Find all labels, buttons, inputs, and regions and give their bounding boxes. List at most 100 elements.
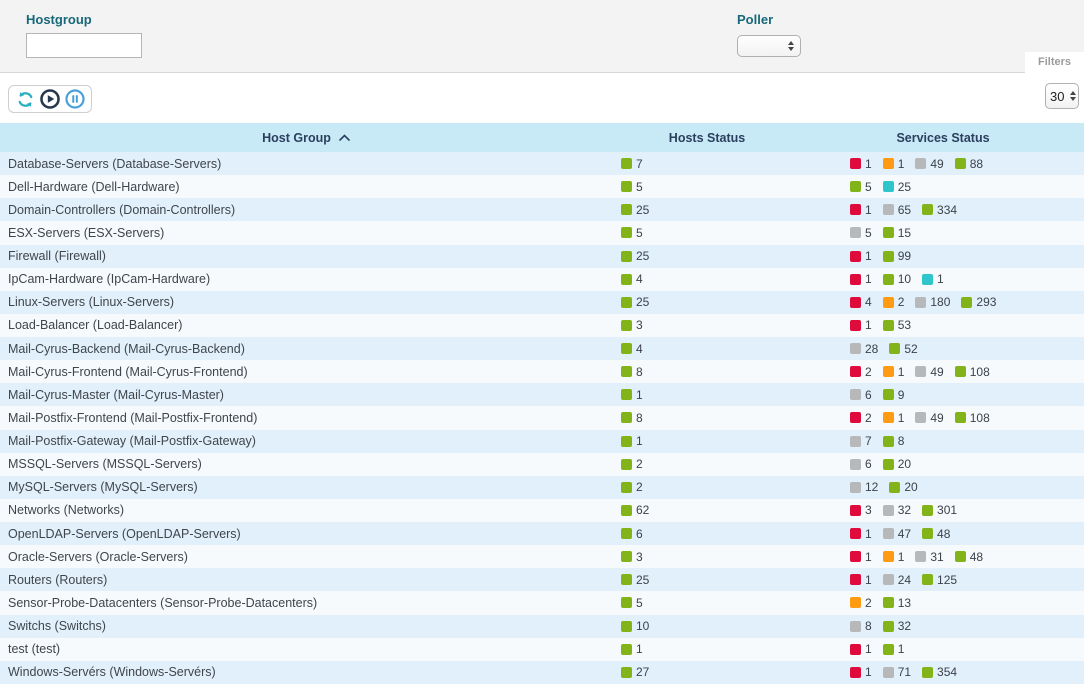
gray-status-square-icon: [915, 366, 926, 377]
table-row: Dell-Hardware (Dell-Hardware)5525: [0, 175, 1084, 198]
hostgroup-input[interactable]: [26, 33, 142, 58]
hostgroup-name-link[interactable]: MSSQL-Servers (MSSQL-Servers): [0, 453, 612, 476]
orange-status-square-icon: [883, 551, 894, 562]
orange-status-square-icon: [850, 597, 861, 608]
status-count: 2: [865, 411, 872, 425]
hosts-status-cell: 27: [612, 661, 802, 684]
status-count: 99: [898, 249, 911, 263]
hostgroup-name-link[interactable]: Networks (Networks): [0, 499, 612, 522]
table-row: Sensor-Probe-Datacenters (Sensor-Probe-D…: [0, 591, 1084, 614]
table-row: Windows-Servérs (Windows-Servérs) 27 17135…: [0, 661, 1084, 684]
services-status-cell: 332301: [802, 499, 1084, 522]
status-badge-green: 15: [883, 226, 911, 240]
green-status-square-icon: [922, 204, 933, 215]
status-count: 10: [898, 272, 911, 286]
red-status-square-icon: [850, 412, 861, 423]
status-count: 1: [865, 157, 872, 171]
column-header-host-group[interactable]: Host Group: [0, 130, 612, 145]
services-status-cell: 5 15: [802, 221, 1084, 244]
select-stepper-icon: [788, 41, 794, 51]
page-size-value: 30: [1050, 89, 1064, 104]
status-badge-green: 7: [621, 157, 643, 171]
hostgroup-name-link[interactable]: Mail-Postfix-Frontend (Mail-Postfix-Fron…: [0, 406, 612, 429]
hostgroup-name-link[interactable]: Windows-Servérs (Windows-Servérs): [0, 661, 612, 684]
status-count: 88: [970, 157, 983, 171]
sort-asc-icon[interactable]: [339, 130, 350, 144]
poller-select[interactable]: [737, 35, 801, 57]
table-row: test (test)111: [0, 638, 1084, 661]
hostgroup-name-link[interactable]: Linux-Servers (Linux-Servers): [0, 291, 612, 314]
play-icon[interactable]: [39, 88, 61, 110]
hostgroup-name-link[interactable]: Mail-Cyrus-Backend (Mail-Cyrus-Backend): [0, 337, 612, 360]
green-status-square-icon: [621, 667, 632, 678]
status-count: 3: [865, 503, 872, 517]
status-count: 1: [865, 272, 872, 286]
green-status-square-icon: [621, 551, 632, 562]
services-status-cell: 2149108: [802, 406, 1084, 429]
hosts-status-cell: 10: [612, 615, 802, 638]
green-status-square-icon: [621, 644, 632, 655]
pause-icon[interactable]: [64, 88, 86, 110]
status-count: 6: [865, 388, 872, 402]
status-count: 5: [865, 226, 872, 240]
status-count: 2: [636, 480, 643, 494]
hostgroup-name-link[interactable]: Oracle-Servers (Oracle-Servers): [0, 545, 612, 568]
hostgroup-name-link[interactable]: Sensor-Probe-Datacenters (Sensor-Probe-D…: [0, 591, 612, 614]
status-count: 8: [636, 411, 643, 425]
status-count: 334: [937, 203, 957, 217]
hostgroup-name-link[interactable]: ESX-Servers (ESX-Servers): [0, 221, 612, 244]
hostgroup-name-link[interactable]: Switchs (Switchs): [0, 615, 612, 638]
hostgroup-name-link[interactable]: Database-Servers (Database-Servers): [0, 152, 612, 175]
hostgroup-name-link[interactable]: Dell-Hardware (Dell-Hardware): [0, 175, 612, 198]
services-status-cell: 525: [802, 175, 1084, 198]
select-stepper-icon: [1070, 91, 1076, 101]
green-status-square-icon: [883, 597, 894, 608]
status-badge-gray: 47: [883, 527, 911, 541]
hosts-status-cell: 4: [612, 337, 802, 360]
green-status-square-icon: [883, 274, 894, 285]
page-size-select[interactable]: 30: [1045, 83, 1079, 109]
hostgroup-name-link[interactable]: Mail-Cyrus-Frontend (Mail-Cyrus-Frontend…: [0, 360, 612, 383]
refresh-icon[interactable]: [14, 88, 36, 110]
status-badge-gray: 180: [915, 295, 950, 309]
services-status-cell: 153: [802, 314, 1084, 337]
hostgroup-name-link[interactable]: Firewall (Firewall): [0, 245, 612, 268]
hostgroup-name-link[interactable]: Mail-Cyrus-Master (Mail-Cyrus-Master): [0, 383, 612, 406]
status-badge-orange: 1: [883, 550, 905, 564]
table-row: Mail-Cyrus-Master (Mail-Cyrus-Master)169: [0, 383, 1084, 406]
services-status-cell: 124125: [802, 568, 1084, 591]
poller-filter-field: Poller: [737, 12, 801, 57]
status-count: 71: [898, 665, 911, 679]
status-badge-green: 293: [961, 295, 996, 309]
status-count: 32: [898, 619, 911, 633]
hostgroup-name-link[interactable]: MySQL-Servers (MySQL-Servers): [0, 476, 612, 499]
status-badge-green: 1: [621, 388, 643, 402]
hostgroup-name-link[interactable]: test (test): [0, 638, 612, 661]
hostgroup-name-link[interactable]: Load-Balancer (Load-Balancer): [0, 314, 612, 337]
status-badge-orange: 2: [883, 295, 905, 309]
column-header-services-status[interactable]: Services Status: [802, 131, 1084, 145]
filters-tab[interactable]: Filters: [1025, 52, 1084, 74]
services-status-cell: 199: [802, 245, 1084, 268]
status-count: 25: [636, 203, 649, 217]
services-status-cell: 1220: [802, 476, 1084, 499]
monitoring-controls: [8, 85, 92, 113]
status-badge-green: 8: [883, 434, 905, 448]
status-count: 27: [636, 665, 649, 679]
hostgroup-name-link[interactable]: Domain-Controllers (Domain-Controllers): [0, 198, 612, 221]
column-header-hosts-status[interactable]: Hosts Status: [612, 131, 802, 145]
status-count: 20: [904, 480, 917, 494]
hostgroup-name-link[interactable]: Mail-Postfix-Gateway (Mail-Postfix-Gatew…: [0, 430, 612, 453]
hosts-status-cell: 62: [612, 499, 802, 522]
hosts-status-cell: 5: [612, 175, 802, 198]
status-badge-green: 25: [621, 249, 649, 263]
hostgroup-name-link[interactable]: OpenLDAP-Servers (OpenLDAP-Servers): [0, 522, 612, 545]
services-status-cell: 171354: [802, 661, 1084, 684]
hostgroup-name-link[interactable]: IpCam-Hardware (IpCam-Hardware): [0, 268, 612, 291]
hostgroup-name-link[interactable]: Routers (Routers): [0, 568, 612, 591]
hosts-status-cell: 3: [612, 314, 802, 337]
services-status-cell: 14748: [802, 522, 1084, 545]
gray-status-square-icon: [915, 158, 926, 169]
status-count: 3: [636, 318, 643, 332]
status-badge-red: 1: [850, 157, 872, 171]
